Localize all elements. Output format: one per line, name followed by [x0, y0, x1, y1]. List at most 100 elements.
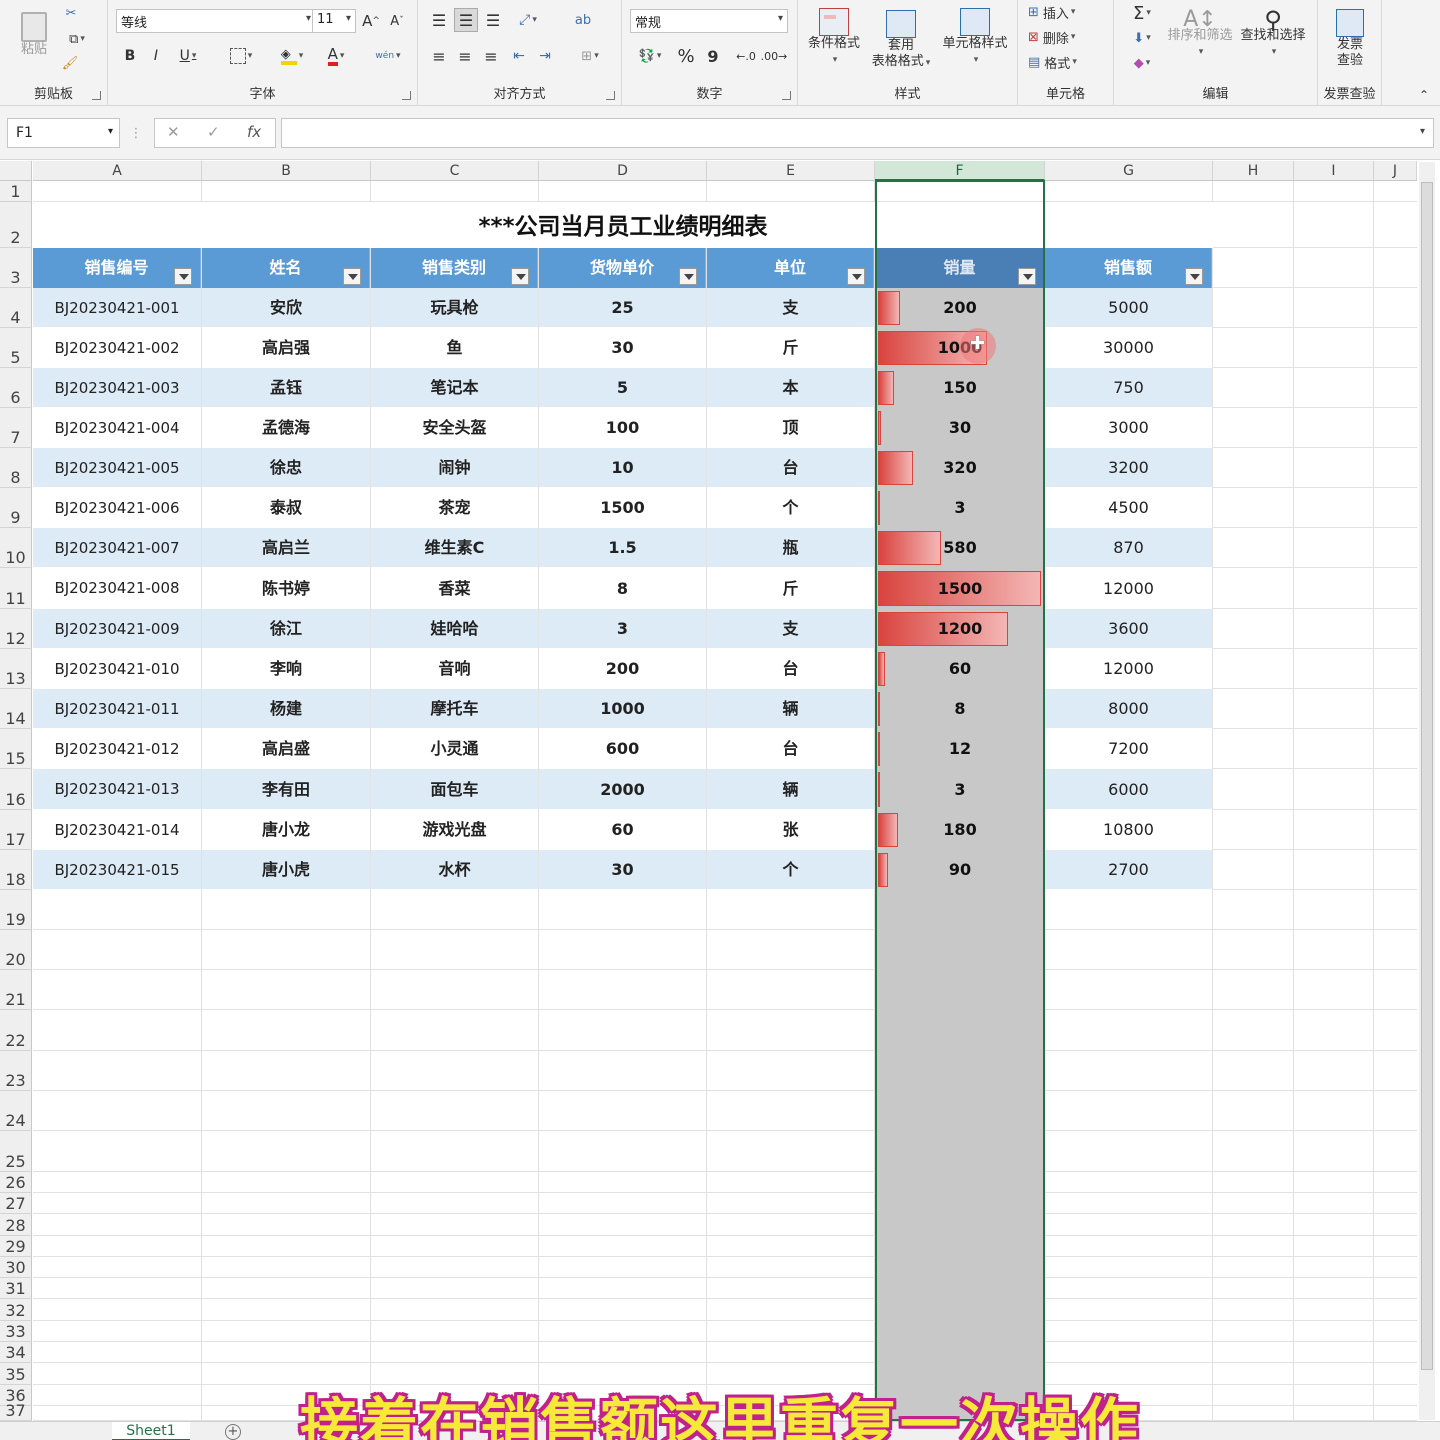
expand-formula-icon[interactable]: ▾	[1420, 126, 1425, 137]
row-header-22[interactable]: 22	[0, 1010, 32, 1051]
row-header-10[interactable]: 10	[0, 528, 32, 568]
cell-qty[interactable]: 90	[877, 850, 1043, 890]
cell-amount[interactable]: 3000	[1045, 408, 1212, 448]
name-box[interactable]: F1 ▾	[7, 118, 120, 148]
cell-amount[interactable]: 8000	[1045, 689, 1212, 729]
cell-price[interactable]: 200	[539, 649, 706, 689]
column-header-c[interactable]: C	[371, 161, 539, 181]
cell-amount[interactable]: 750	[1045, 368, 1212, 408]
cell-category[interactable]: 维生素C	[371, 528, 538, 568]
row-header-15[interactable]: 15	[0, 729, 32, 769]
cell-name[interactable]: 高启强	[202, 328, 370, 368]
bold-button[interactable]: B	[120, 45, 140, 67]
cell-amount[interactable]: 6000	[1045, 769, 1212, 810]
cell-unit[interactable]: 个	[707, 850, 874, 890]
cell-unit[interactable]: 本	[707, 368, 874, 408]
row-header-27[interactable]: 27	[0, 1193, 32, 1214]
cell-name[interactable]: 徐江	[202, 609, 370, 649]
row-header-21[interactable]: 21	[0, 970, 32, 1010]
cell-price[interactable]: 8	[539, 568, 706, 609]
paste-button[interactable]: 粘贴	[12, 4, 56, 66]
number-format-select[interactable]: 常规 ▾	[630, 9, 788, 33]
cell-qty[interactable]: 8	[877, 689, 1043, 729]
cell-category[interactable]: 小灵通	[371, 729, 538, 769]
clear-button[interactable]: ◆ ▾	[1124, 52, 1160, 74]
filter-dropdown-icon[interactable]	[1018, 268, 1036, 285]
cell-unit[interactable]: 顶	[707, 408, 874, 448]
cell-unit[interactable]: 斤	[707, 328, 874, 368]
row-header-13[interactable]: 13	[0, 649, 32, 689]
cell-price[interactable]: 25	[539, 288, 706, 328]
cell-amount[interactable]: 4500	[1045, 488, 1212, 528]
alignment-launcher-icon[interactable]	[606, 91, 615, 100]
cell-amount[interactable]: 12000	[1045, 568, 1212, 609]
font-family-select[interactable]: 等线 ▾	[116, 9, 316, 33]
cell-amount[interactable]: 3600	[1045, 609, 1212, 649]
delete-cells-button[interactable]: ⊠ 删除 ▾	[1028, 27, 1110, 47]
cell-price[interactable]: 2000	[539, 769, 706, 810]
cell-name[interactable]: 孟德海	[202, 408, 370, 448]
cell-id[interactable]: BJ20230421-003	[33, 368, 201, 408]
cell-price[interactable]: 5	[539, 368, 706, 408]
cell-price[interactable]: 600	[539, 729, 706, 769]
cell-unit[interactable]: 辆	[707, 689, 874, 729]
cell-qty[interactable]: 180	[877, 810, 1043, 850]
copy-button[interactable]: ⧉ ▾	[60, 30, 94, 48]
cell-id[interactable]: BJ20230421-004	[33, 408, 201, 448]
formula-input[interactable]: ▾	[281, 118, 1434, 148]
cell-amount[interactable]: 30000	[1045, 328, 1212, 368]
cell-id[interactable]: BJ20230421-007	[33, 528, 201, 568]
table-header-price[interactable]: 货物单价	[539, 248, 706, 288]
cell-price[interactable]: 1.5	[539, 528, 706, 568]
cell-qty[interactable]: 60	[877, 649, 1043, 689]
row-header-6[interactable]: 6	[0, 368, 32, 408]
borders-button[interactable]: ▾	[222, 45, 260, 67]
align-left-icon[interactable]: ≡	[428, 45, 450, 67]
cell-amount[interactable]: 12000	[1045, 649, 1212, 689]
cell-id[interactable]: BJ20230421-009	[33, 609, 201, 649]
insert-cells-button[interactable]: ⊞ 插入 ▾	[1028, 2, 1110, 22]
clipboard-launcher-icon[interactable]	[92, 91, 101, 100]
sheet-title[interactable]: ***公司当月员工业绩明细表	[33, 202, 1213, 248]
cell-category[interactable]: 笔记本	[371, 368, 538, 408]
cell-amount[interactable]: 2700	[1045, 850, 1212, 890]
row-header-19[interactable]: 19	[0, 890, 32, 930]
filter-dropdown-icon[interactable]	[1185, 268, 1203, 285]
column-header-a[interactable]: A	[33, 161, 202, 181]
cell-category[interactable]: 水杯	[371, 850, 538, 890]
row-header-18[interactable]: 18	[0, 850, 32, 890]
cell-price[interactable]: 1000	[539, 689, 706, 729]
row-header-33[interactable]: 33	[0, 1321, 32, 1342]
cell-category[interactable]: 娃哈哈	[371, 609, 538, 649]
cell-id[interactable]: BJ20230421-015	[33, 850, 201, 890]
cell-unit[interactable]: 张	[707, 810, 874, 850]
cell-category[interactable]: 安全头盔	[371, 408, 538, 448]
cell-unit[interactable]: 斤	[707, 568, 874, 609]
cell-name[interactable]: 唐小虎	[202, 850, 370, 890]
row-header-24[interactable]: 24	[0, 1091, 32, 1131]
cell-category[interactable]: 音响	[371, 649, 538, 689]
decrease-indent-icon[interactable]: ⇤	[508, 45, 530, 67]
cell-name[interactable]: 孟钰	[202, 368, 370, 408]
cell-category[interactable]: 玩具枪	[371, 288, 538, 328]
cell-price[interactable]: 3	[539, 609, 706, 649]
align-middle-icon[interactable]: ☰	[454, 8, 478, 32]
cell-name[interactable]: 陈书婷	[202, 568, 370, 609]
decrease-decimal-icon[interactable]: .00→	[761, 45, 788, 67]
cell-amount[interactable]: 7200	[1045, 729, 1212, 769]
column-header-h[interactable]: H	[1213, 161, 1294, 181]
cell-unit[interactable]: 辆	[707, 769, 874, 810]
column-header-g[interactable]: G	[1045, 161, 1213, 181]
format-painter-icon[interactable]: 🖌	[60, 54, 80, 72]
increase-indent-icon[interactable]: ⇥	[534, 45, 556, 67]
cell-qty[interactable]: 200	[877, 288, 1043, 328]
autosum-button[interactable]: Σ ▾	[1124, 2, 1160, 24]
row-header-12[interactable]: 12	[0, 609, 32, 649]
cell-name[interactable]: 杨建	[202, 689, 370, 729]
cell-name[interactable]: 高启盛	[202, 729, 370, 769]
cell-name[interactable]: 高启兰	[202, 528, 370, 568]
row-header-30[interactable]: 30	[0, 1257, 32, 1278]
cell-category[interactable]: 鱼	[371, 328, 538, 368]
column-header-b[interactable]: B	[202, 161, 371, 181]
cell-qty[interactable]: 1500	[877, 568, 1043, 609]
